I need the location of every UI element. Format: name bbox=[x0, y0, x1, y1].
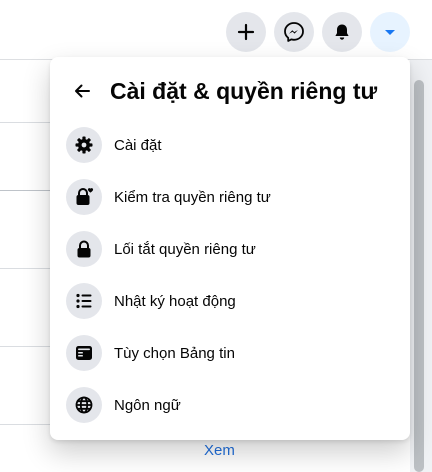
menu-item-label: Tùy chọn Bảng tin bbox=[114, 344, 235, 362]
lock-icon bbox=[77, 240, 91, 258]
bell-icon bbox=[335, 24, 349, 40]
lock-heart-icon bbox=[76, 188, 94, 205]
menu-item-label: Lối tắt quyền riêng tư bbox=[114, 240, 256, 258]
menu-list: Cài đặt Kiểm tra quyền riêng tư Lối tắt … bbox=[58, 119, 402, 431]
menu-item-label: Cài đặt bbox=[114, 136, 162, 154]
menu-item-settings[interactable]: Cài đặt bbox=[58, 119, 402, 171]
gear-icon bbox=[75, 136, 93, 154]
arrow-left-icon bbox=[75, 84, 90, 98]
menu-item-language[interactable]: Ngôn ngữ bbox=[58, 379, 402, 431]
menu-item-news-feed-preferences[interactable]: Tùy chọn Bảng tin bbox=[58, 327, 402, 379]
messenger-icon bbox=[284, 22, 304, 42]
panel-title: Cài đặt & quyền riêng tư bbox=[110, 77, 378, 104]
scrollbar-thumb[interactable] bbox=[414, 80, 424, 472]
menu-item-activity-log[interactable]: Nhật ký hoạt động bbox=[58, 275, 402, 327]
menu-item-privacy-checkup[interactable]: Kiểm tra quyền riêng tư bbox=[58, 171, 402, 223]
divider bbox=[0, 268, 50, 269]
plus-icon bbox=[237, 23, 255, 41]
divider bbox=[0, 424, 50, 425]
menu-item-label: Kiểm tra quyền riêng tư bbox=[114, 188, 271, 206]
top-navigation-bar bbox=[0, 0, 432, 60]
create-button[interactable] bbox=[226, 12, 266, 52]
caret-down-icon bbox=[385, 30, 395, 35]
globe-icon bbox=[75, 396, 93, 414]
menu-item-label: Nhật ký hoạt động bbox=[114, 292, 236, 310]
menu-item-privacy-shortcuts[interactable]: Lối tắt quyền riêng tư bbox=[58, 223, 402, 275]
panel-header: Cài đặt & quyền riêng tư bbox=[62, 71, 402, 111]
account-menu-button[interactable] bbox=[370, 12, 410, 52]
messenger-button[interactable] bbox=[274, 12, 314, 52]
list-icon bbox=[76, 293, 92, 309]
divider bbox=[0, 346, 50, 347]
menu-item-label: Ngôn ngữ bbox=[114, 396, 181, 414]
news-feed-icon bbox=[76, 346, 92, 360]
view-link[interactable]: Xem bbox=[204, 442, 235, 459]
back-button[interactable] bbox=[62, 71, 102, 111]
divider bbox=[0, 190, 50, 191]
notifications-button[interactable] bbox=[322, 12, 362, 52]
settings-privacy-panel: Cài đặt & quyền riêng tư Cài đặt Kiểm tr… bbox=[50, 57, 410, 440]
divider bbox=[0, 122, 50, 123]
